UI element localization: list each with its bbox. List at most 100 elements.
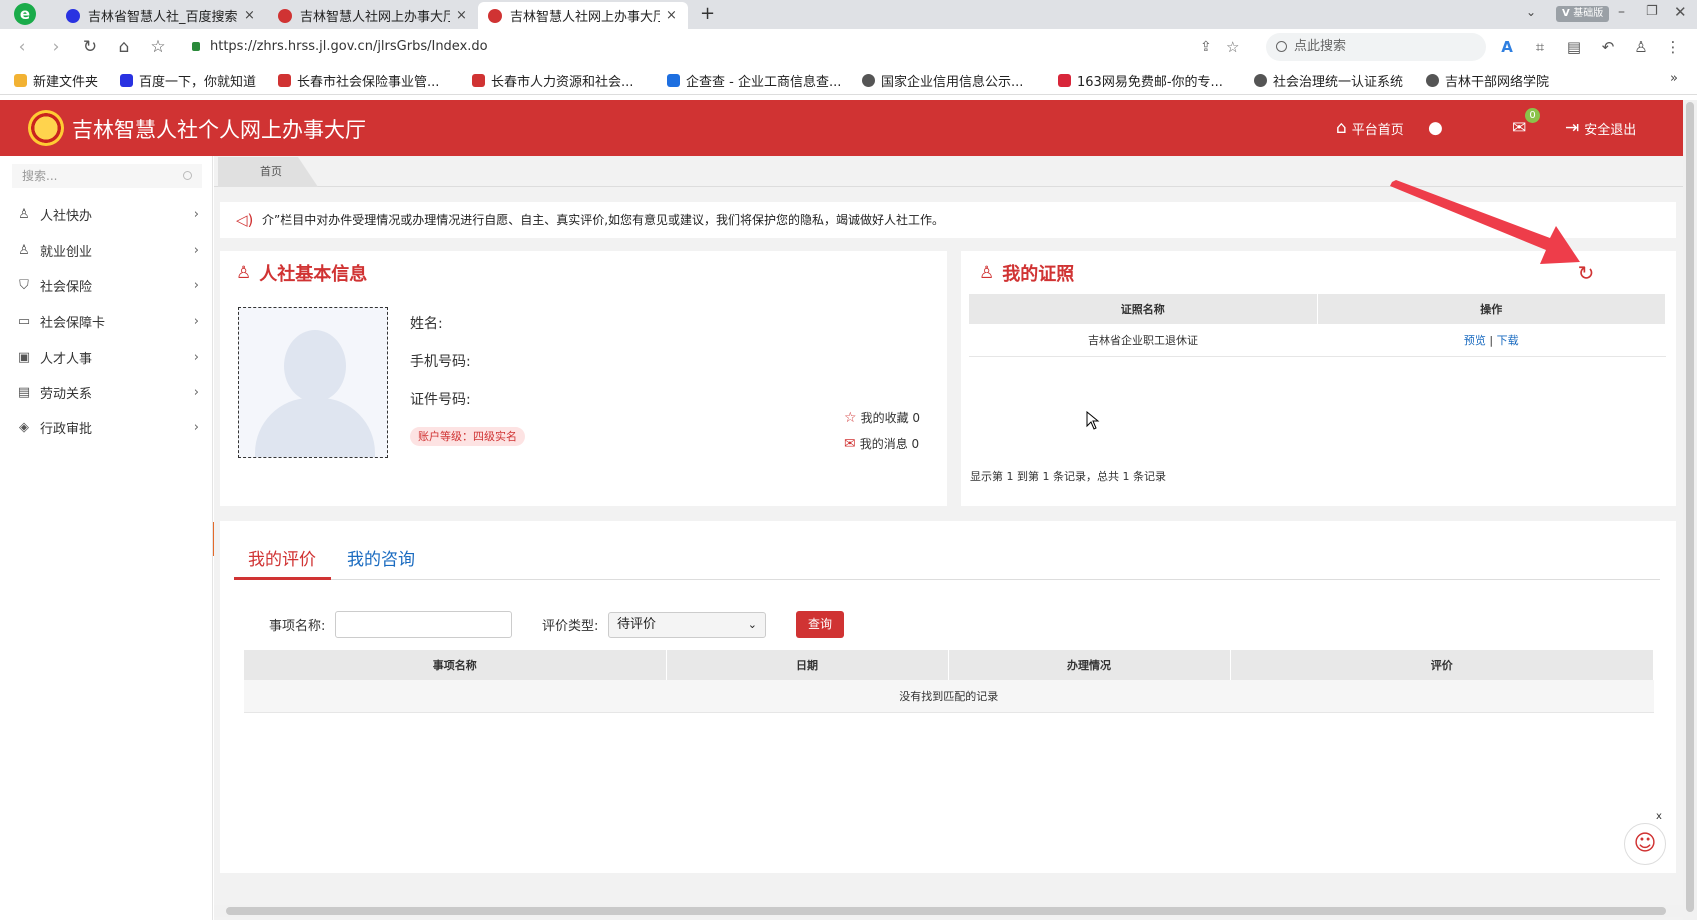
emblem-icon (488, 8, 502, 23)
close-window-icon[interactable]: ✕ (1674, 3, 1687, 21)
bookmark-cc-hr[interactable]: 长春市人力资源和社会... (472, 71, 633, 90)
robot-close-icon[interactable]: x (1656, 811, 1662, 822)
certificate-actions: 预览 | 下载 (1317, 324, 1666, 357)
users-icon: ♙ (18, 242, 30, 258)
lock-icon (192, 42, 200, 51)
favorite-star-icon[interactable]: ☆ (1226, 34, 1239, 60)
download-link[interactable]: 下载 (1497, 334, 1519, 347)
bookmark-baidu[interactable]: 百度一下，你就知道 (120, 71, 256, 90)
sidebar: 搜索... ♙ 人社快办 › ♙ 就业创业 › ⛉ 社会保险 › ▭ 社会保障卡… (0, 156, 213, 920)
column-header: 操作 (1317, 294, 1666, 324)
sidebar-item-admin-approval[interactable]: ◈ 行政审批 › (0, 409, 213, 445)
sidebar-panel-icon[interactable]: ▤ (1565, 38, 1583, 56)
tab-close-icon[interactable]: × (666, 8, 677, 23)
shield-icon: ⛉ (19, 277, 29, 293)
chevron-right-icon: › (193, 313, 199, 329)
national-emblem-icon (28, 110, 64, 146)
eval-type-select[interactable]: 待评价 ⌄ (608, 612, 766, 638)
bookmark-163mail[interactable]: 163网易免费邮-你的专... (1058, 71, 1223, 90)
browser-tab-hall-1[interactable]: 吉林智慧人社网上办事大厅 × (268, 2, 470, 29)
browser-tab-baidu[interactable]: 吉林省智慧人社_百度搜索 × (56, 2, 258, 29)
sidebar-item-labor-relations[interactable]: ▤ 劳动关系 › (0, 374, 213, 410)
column-header: 办理情况 (948, 650, 1231, 680)
emblem-icon (472, 74, 485, 87)
vertical-scrollbar[interactable] (1683, 100, 1697, 920)
crop-icon[interactable]: ⌗ (1531, 38, 1549, 56)
sidebar-item-talent[interactable]: ▣ 人才人事 › (0, 339, 213, 375)
version-badge[interactable]: V 基础版 (1556, 6, 1610, 22)
star-icon: ☆ (844, 409, 857, 426)
browser-logo-icon[interactable]: e (14, 3, 36, 25)
horizontal-scrollbar[interactable] (214, 905, 1683, 917)
evaluation-table: 事项名称 日期 办理情况 评价 没有找到匹配的记录 (244, 650, 1654, 713)
active-tab-indicator (234, 577, 331, 580)
ai-icon[interactable]: A (1498, 38, 1516, 56)
more-menu-icon[interactable]: ⋮ (1664, 38, 1682, 56)
search-icon (183, 171, 192, 180)
tab-my-consultation[interactable]: 我的咨询 (347, 545, 415, 570)
bookmark-credit[interactable]: 国家企业信用信息公示... (862, 71, 1023, 90)
table-row: 吉林省企业职工退休证 预览 | 下载 (969, 324, 1666, 357)
sidebar-item-social-insurance[interactable]: ⛉ 社会保险 › (0, 267, 213, 303)
item-name-input[interactable] (335, 611, 512, 638)
tab-close-icon[interactable]: × (456, 8, 467, 23)
browser-search-input[interactable]: 点此搜索 (1266, 33, 1486, 61)
speaker-icon: ◁) (236, 211, 254, 229)
platform-home-link[interactable]: ⌂ 平台首页 (1336, 118, 1404, 138)
chevron-right-icon: › (193, 349, 199, 365)
chevron-down-icon: ⌄ (747, 618, 757, 631)
name-label: 姓名: (410, 316, 443, 332)
bookmark-cadre-school[interactable]: 吉林干部网络学院 (1426, 71, 1549, 90)
v-logo-icon: V (1562, 8, 1574, 19)
bookmark-qichacha[interactable]: 企查查 - 企业工商信息查... (667, 71, 841, 90)
annotation-arrow-icon (1390, 180, 1580, 264)
account-icon[interactable]: ♙ (1632, 38, 1650, 56)
search-icon (1276, 41, 1287, 52)
avatar-placeholder (238, 307, 388, 458)
minimize-icon[interactable]: – (1618, 4, 1625, 20)
bookmark-cc-social-insurance[interactable]: 长春市社会保险事业管... (278, 71, 439, 90)
empty-table-message: 没有找到匹配的记录 (244, 680, 1654, 713)
basic-info-title: ♙ 人社基本信息 (236, 263, 368, 285)
undo-icon[interactable]: ↶ (1599, 38, 1617, 56)
browser-toolbar: ‹ › ↻ ⌂ ☆ https://zhrs.hrss.jl.gov.cn/jl… (0, 29, 1697, 65)
certificate-name: 吉林省企业职工退休证 (969, 324, 1317, 357)
baidu-paw-icon (120, 74, 133, 87)
bookmark-auth[interactable]: 社会治理统一认证系统 (1254, 71, 1403, 90)
breadcrumb-home-tab[interactable]: 首页 (218, 157, 318, 187)
user-icon: ♙ (18, 206, 30, 222)
sidebar-item-employment[interactable]: ♙ 就业创业 › (0, 232, 213, 268)
share-icon[interactable]: ⇪ (1200, 34, 1212, 60)
tab-my-evaluation[interactable]: 我的评价 (248, 545, 316, 570)
query-button[interactable]: 查询 (796, 611, 844, 638)
folder-icon (14, 74, 27, 87)
sidebar-item-social-card[interactable]: ▭ 社会保障卡 › (0, 303, 213, 339)
tab-list-chevron-icon[interactable]: ⌄ (1526, 5, 1536, 19)
emblem-icon (278, 8, 292, 23)
chat-robot-icon[interactable]: ☺ (1624, 823, 1666, 865)
new-tab-button[interactable]: + (700, 3, 715, 24)
tab-close-icon[interactable]: × (244, 8, 255, 23)
sidebar-item-quick-service[interactable]: ♙ 人社快办 › (0, 196, 213, 232)
browser-tab-hall-active[interactable]: 吉林智慧人社网上办事大厅 × (478, 2, 688, 29)
home-icon[interactable]: ⌂ (112, 35, 136, 59)
preview-link[interactable]: 预览 (1464, 334, 1486, 347)
restore-icon[interactable]: ❐ (1646, 4, 1658, 19)
chevron-right-icon: › (193, 206, 199, 222)
user-profile-icon[interactable]: ● (1428, 118, 1448, 138)
more-bookmarks-icon[interactable]: » (1670, 71, 1678, 86)
sidebar-search-input[interactable]: 搜索... (12, 164, 202, 188)
back-icon[interactable]: ‹ (10, 35, 34, 59)
bookmark-folder[interactable]: 新建文件夹 (14, 71, 98, 90)
star-bookmark-icon[interactable]: ☆ (146, 35, 170, 59)
address-bar[interactable]: https://zhrs.hrss.jl.gov.cn/jlrsGrbs/Ind… (180, 34, 1250, 60)
user-icon: ♙ (236, 263, 252, 283)
logout-link[interactable]: ⇥ 安全退出 (1565, 118, 1636, 138)
qichacha-icon (667, 74, 680, 87)
column-header: 日期 (666, 650, 949, 680)
phone-label: 手机号码: (410, 354, 471, 370)
forward-icon[interactable]: › (44, 35, 68, 59)
my-messages-link[interactable]: ✉ 我的消息 0 (844, 435, 919, 452)
reload-icon[interactable]: ↻ (78, 35, 102, 59)
my-favorites-link[interactable]: ☆ 我的收藏 0 (844, 409, 920, 426)
